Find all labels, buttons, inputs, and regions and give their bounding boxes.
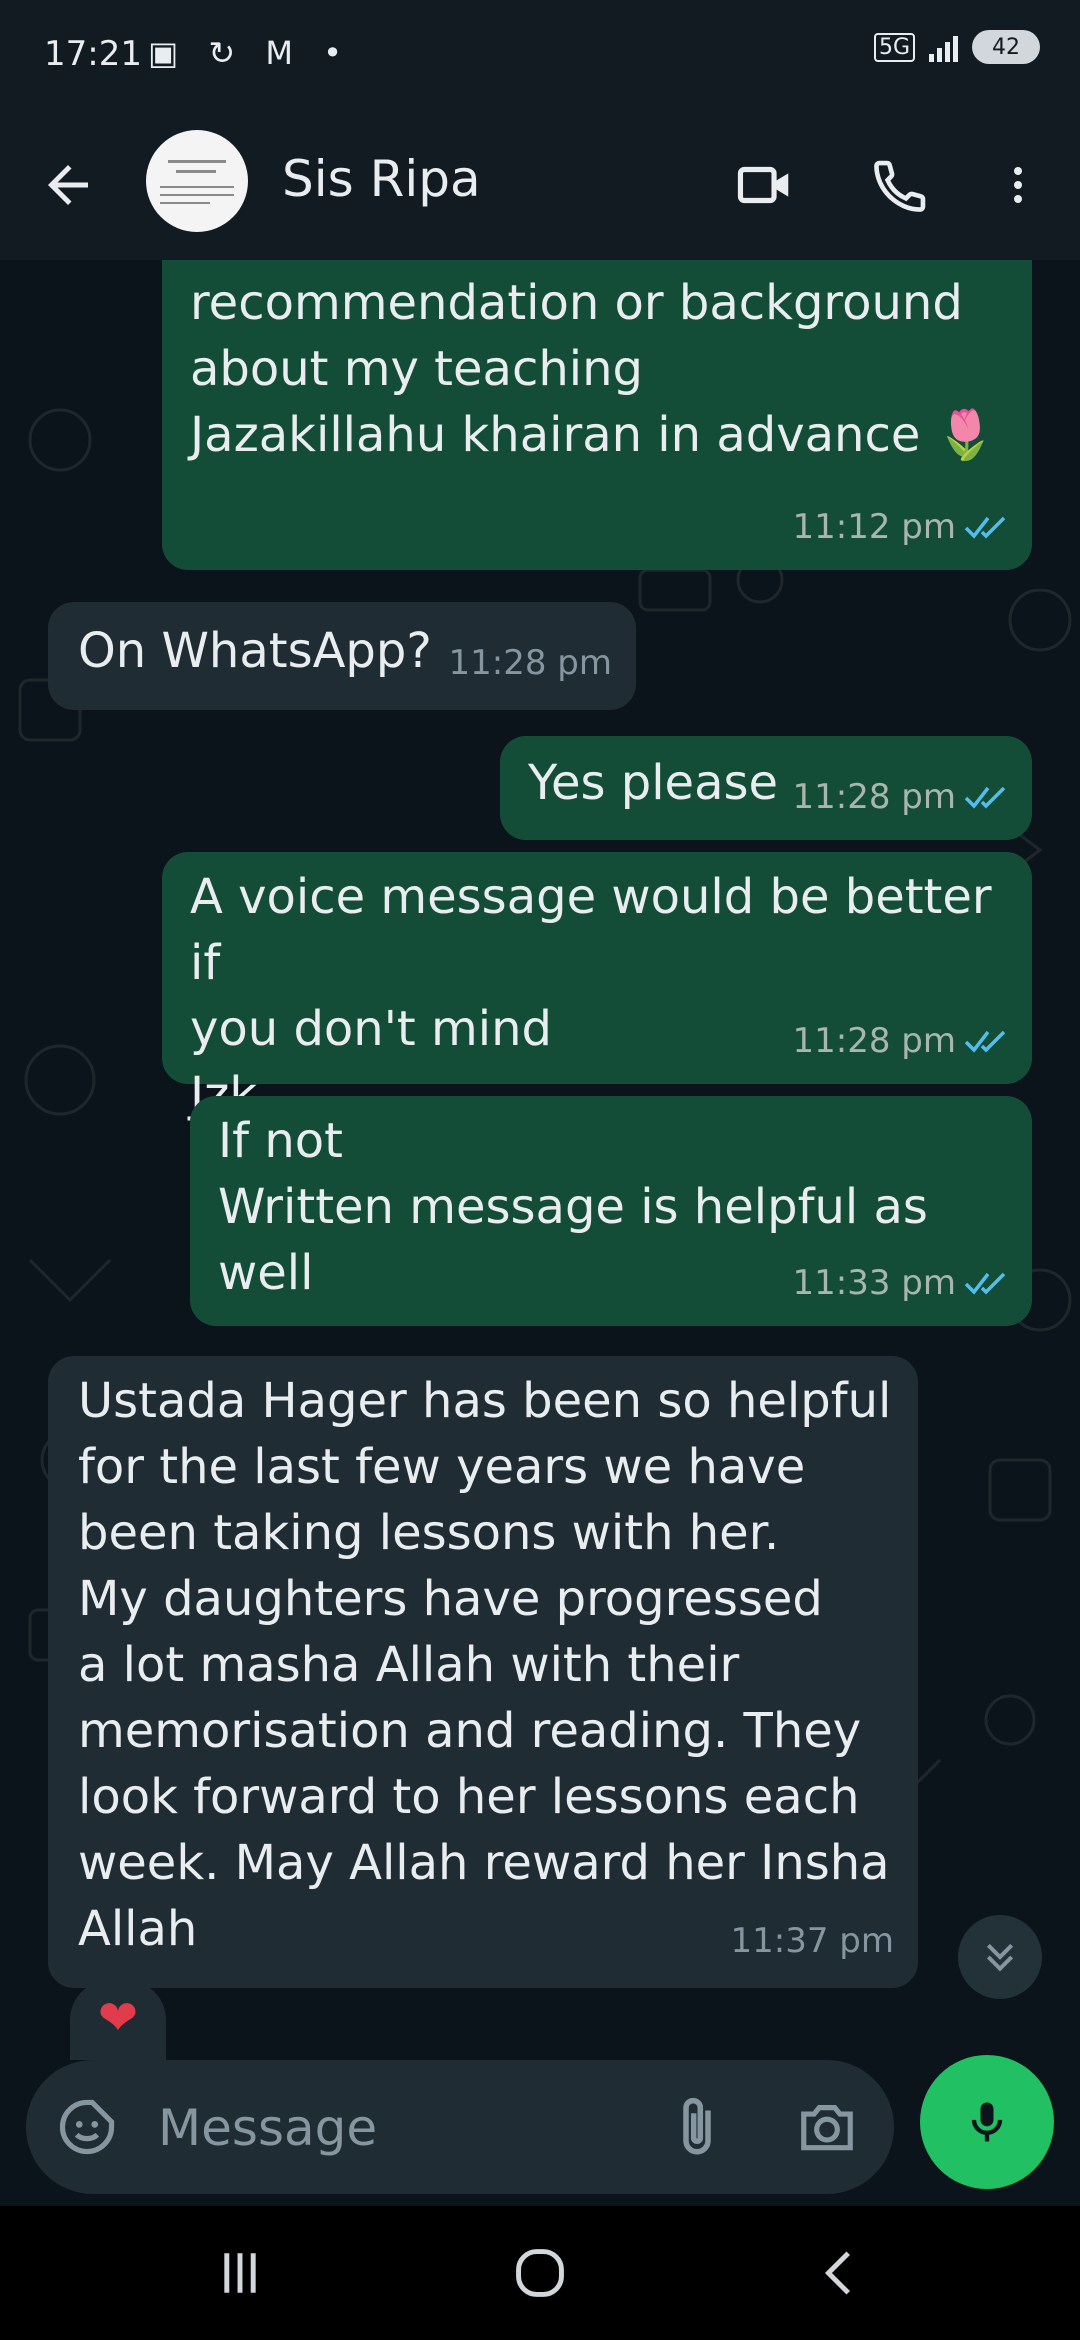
battery-icon: 42 bbox=[972, 30, 1040, 64]
camera-icon[interactable] bbox=[796, 2096, 858, 2158]
system-nav-bar bbox=[0, 2206, 1080, 2340]
scroll-to-bottom-button[interactable] bbox=[958, 1915, 1042, 1999]
message-meta: 11:12 pm bbox=[793, 494, 1009, 560]
recent-apps-icon[interactable] bbox=[200, 2240, 280, 2306]
attachment-icon[interactable] bbox=[674, 2094, 720, 2160]
message-meta: 11:28 pm bbox=[793, 1008, 1009, 1074]
message-time: 11:28 pm bbox=[792, 777, 957, 817]
more-options-icon[interactable] bbox=[994, 154, 1042, 216]
message-time: 11:28 pm bbox=[448, 643, 613, 683]
message-text: recommendation or background about my te… bbox=[190, 275, 996, 463]
notification-icons: ▣ ↻ M • bbox=[148, 34, 353, 72]
message-meta: 11:28 pm bbox=[449, 630, 613, 696]
message-bubble-incoming[interactable]: On WhatsApp? 11:28 pm bbox=[48, 602, 636, 710]
double-chevron-down-icon bbox=[986, 1943, 1014, 1972]
chat-area[interactable]: recommendation or background about my te… bbox=[0, 260, 1080, 2060]
message-text: Ustada Hager has been so helpful for the… bbox=[78, 1373, 892, 1957]
avatar[interactable] bbox=[146, 130, 248, 232]
message-bubble-outgoing[interactable]: recommendation or background about my te… bbox=[162, 260, 1032, 570]
message-time: 11:12 pm bbox=[792, 507, 957, 547]
video-call-icon[interactable] bbox=[734, 154, 796, 216]
microphone-icon bbox=[971, 2102, 1003, 2142]
message-composer bbox=[26, 2060, 894, 2194]
message-bubble-outgoing[interactable]: A voice message would be better if you d… bbox=[162, 852, 1032, 1123]
read-ticks-icon bbox=[964, 1272, 1006, 1295]
message-bubble-incoming[interactable]: Ustada Hager has been so helpful for the… bbox=[48, 1356, 918, 1988]
message-meta: 11:28 pm bbox=[793, 764, 1009, 830]
read-ticks-icon bbox=[964, 516, 1006, 539]
network-type-icon: 5G bbox=[873, 32, 915, 62]
read-ticks-icon bbox=[964, 1030, 1006, 1053]
status-right: 5G 42 bbox=[873, 30, 1040, 64]
status-bar: 17:21 ▣ ↻ M • 5G 42 bbox=[0, 0, 1080, 110]
reaction-heart[interactable]: ❤ bbox=[70, 1980, 166, 2060]
message-text: A voice message would be better if you d… bbox=[190, 869, 992, 1123]
message-time: 11:33 pm bbox=[792, 1263, 957, 1303]
back-nav-icon[interactable] bbox=[800, 2240, 880, 2306]
message-time: 11:37 pm bbox=[730, 1921, 895, 1961]
signal-icon bbox=[929, 32, 958, 62]
back-arrow-icon[interactable] bbox=[38, 155, 98, 215]
contact-name[interactable]: Sis Ripa bbox=[282, 150, 481, 208]
phone-icon[interactable] bbox=[870, 154, 932, 216]
message-bubble-outgoing[interactable]: If not Written message is helpful as wel… bbox=[190, 1096, 1032, 1326]
message-input[interactable] bbox=[156, 2088, 680, 2168]
home-icon[interactable] bbox=[500, 2240, 580, 2306]
read-ticks-icon bbox=[964, 786, 1006, 809]
message-bubble-outgoing[interactable]: Yes please 11:28 pm bbox=[500, 736, 1032, 840]
chat-header: Sis Ripa bbox=[0, 110, 1080, 260]
voice-record-button[interactable] bbox=[920, 2055, 1054, 2189]
emoji-sticker-icon[interactable] bbox=[56, 2096, 118, 2158]
message-meta: 11:33 pm bbox=[793, 1250, 1009, 1316]
status-time: 17:21 bbox=[44, 34, 142, 74]
message-meta: 11:37 pm bbox=[731, 1908, 895, 1974]
message-time: 11:28 pm bbox=[792, 1021, 957, 1061]
